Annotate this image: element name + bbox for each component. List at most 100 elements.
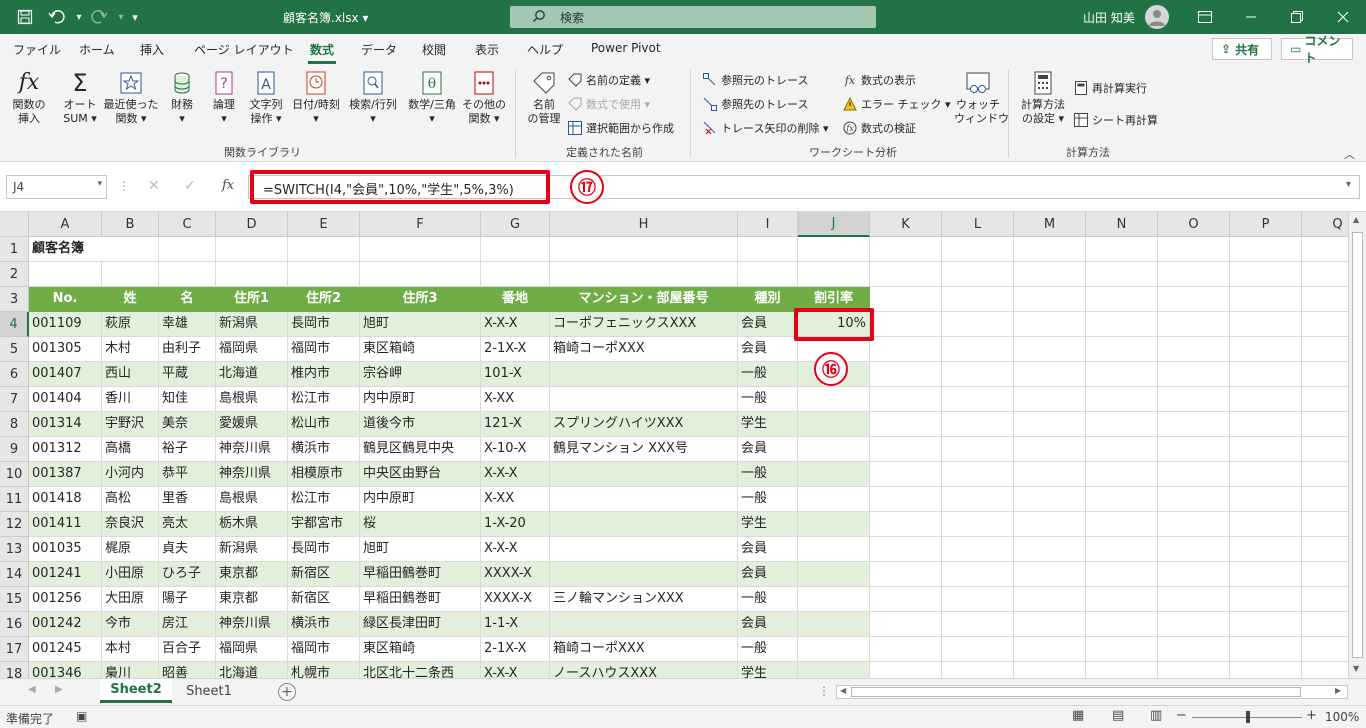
cell-l15[interactable] — [942, 587, 1014, 612]
cell-f8[interactable]: 道後今市 — [360, 412, 481, 437]
scroll-up-icon[interactable]: ▲ — [1353, 215, 1359, 224]
cell-h8[interactable]: スプリングハイツXXX — [550, 412, 738, 437]
cell-g3[interactable]: 番地 — [481, 287, 550, 312]
cell-q1[interactable] — [1302, 237, 1348, 262]
cell-k4[interactable] — [870, 312, 942, 337]
cell-n17[interactable] — [1086, 637, 1158, 662]
cell-p11[interactable] — [1230, 487, 1302, 512]
column-header-j[interactable]: J — [798, 212, 870, 237]
next-sheet-icon[interactable]: ▶ — [55, 684, 63, 695]
cell-n5[interactable] — [1086, 337, 1158, 362]
define-name-button[interactable]: 名前の定義 ▾ — [568, 72, 650, 88]
cell-q17[interactable] — [1302, 637, 1348, 662]
cell-a9[interactable]: 001312 — [29, 437, 102, 462]
cell-h17[interactable]: 箱崎コーポXXX — [550, 637, 738, 662]
cell-d16[interactable]: 神奈川県 — [216, 612, 288, 637]
row-header-12[interactable]: 12 — [0, 512, 29, 537]
cell-q11[interactable] — [1302, 487, 1348, 512]
restore-icon[interactable] — [1286, 6, 1308, 28]
cell-e7[interactable]: 松江市 — [288, 387, 360, 412]
cell-o3[interactable] — [1158, 287, 1230, 312]
cell-a5[interactable]: 001305 — [29, 337, 102, 362]
cell-d18[interactable]: 北海道 — [216, 662, 288, 678]
worksheet-grid[interactable]: A B C D E F G H I J K L M N O P Q 1 顧客名簿 2 3 No. 姓名住所1 住所2 住所3 番地… — [0, 212, 1348, 678]
tab-split-grip-icon[interactable]: ⋮ — [818, 684, 830, 698]
cell-e5[interactable]: 福岡市 — [288, 337, 360, 362]
cell-l18[interactable] — [942, 662, 1014, 678]
cell-c15[interactable]: 陽子 — [159, 587, 216, 612]
cell-e15[interactable]: 新宿区 — [288, 587, 360, 612]
cell-f18[interactable]: 北区北十二条西 — [360, 662, 481, 678]
calculate-now-button[interactable]: 再計算実行 — [1074, 80, 1147, 96]
column-header-m[interactable]: M — [1014, 212, 1086, 237]
sheet-tab-sheet2[interactable]: Sheet2 — [100, 679, 172, 703]
cell-e10[interactable]: 相模原市 — [288, 462, 360, 487]
cell-g10[interactable]: X-X-X — [481, 462, 550, 487]
insert-function-icon[interactable]: fx — [222, 178, 234, 193]
cell-o11[interactable] — [1158, 487, 1230, 512]
cell-m13[interactable] — [1014, 537, 1086, 562]
cell-m11[interactable] — [1014, 487, 1086, 512]
page-layout-view-icon[interactable]: ▤ — [1112, 708, 1124, 723]
customize-qat-icon[interactable]: ▾ — [124, 6, 146, 28]
tab-home[interactable]: ホーム — [79, 41, 115, 58]
cell-g9[interactable]: X-10-X — [481, 437, 550, 462]
cell-i2[interactable] — [738, 262, 798, 287]
cell-h15[interactable]: 三ノ輪マンションXXX — [550, 587, 738, 612]
cell-i13[interactable]: 会員 — [738, 537, 798, 562]
cell-b6[interactable]: 西山 — [102, 362, 159, 387]
cell-k5[interactable] — [870, 337, 942, 362]
cell-c9[interactable]: 裕子 — [159, 437, 216, 462]
cell-m16[interactable] — [1014, 612, 1086, 637]
row-header-3[interactable]: 3 — [0, 287, 29, 312]
user-name[interactable]: 山田 知美 — [1083, 9, 1135, 26]
cell-e12[interactable]: 宇都宮市 — [288, 512, 360, 537]
cell-h10[interactable] — [550, 462, 738, 487]
cell-m5[interactable] — [1014, 337, 1086, 362]
accessibility-icon[interactable]: ▣ — [76, 709, 87, 723]
cell-f3[interactable]: 住所3 — [360, 287, 481, 312]
cell-h1[interactable] — [550, 237, 738, 262]
cell-j17[interactable] — [798, 637, 870, 662]
cell-c13[interactable]: 貞夫 — [159, 537, 216, 562]
name-box-dropdown-icon[interactable]: ▾ — [97, 179, 102, 189]
cell-m7[interactable] — [1014, 387, 1086, 412]
cell-m6[interactable] — [1014, 362, 1086, 387]
cell-e4[interactable]: 長岡市 — [288, 312, 360, 337]
cell-g6[interactable]: 101-X — [481, 362, 550, 387]
cell-h18[interactable]: ノースハウスXXX — [550, 662, 738, 678]
cell-q2[interactable] — [1302, 262, 1348, 287]
cell-n2[interactable] — [1086, 262, 1158, 287]
cell-l2[interactable] — [942, 262, 1014, 287]
cell-l7[interactable] — [942, 387, 1014, 412]
cell-l8[interactable] — [942, 412, 1014, 437]
vertical-scrollbar[interactable]: ▲ ▼ — [1348, 212, 1366, 678]
cell-d9[interactable]: 神奈川県 — [216, 437, 288, 462]
cell-q8[interactable] — [1302, 412, 1348, 437]
cell-m17[interactable] — [1014, 637, 1086, 662]
row-header-15[interactable]: 15 — [0, 587, 29, 612]
tab-file[interactable]: ファイル — [13, 41, 61, 58]
cell-c2[interactable] — [159, 262, 216, 287]
cell-f15[interactable]: 早稲田鶴巻町 — [360, 587, 481, 612]
cell-p13[interactable] — [1230, 537, 1302, 562]
zoom-in-icon[interactable]: + — [1306, 708, 1317, 723]
more-functions-button[interactable]: その他の 関数 ▾ — [461, 70, 507, 126]
cell-i12[interactable]: 学生 — [738, 512, 798, 537]
name-manager-button[interactable]: 名前 の管理 — [523, 70, 565, 126]
tab-power-pivot[interactable]: Power Pivot — [591, 41, 661, 55]
tab-insert[interactable]: 挿入 — [140, 41, 164, 58]
cell-a13[interactable]: 001035 — [29, 537, 102, 562]
recently-used-button[interactable]: 最近使った 関数 ▾ — [103, 70, 159, 126]
trace-dependents-button[interactable]: 参照先のトレース — [703, 96, 808, 112]
cell-j1[interactable] — [798, 237, 870, 262]
column-header-k[interactable]: K — [870, 212, 942, 237]
cell-o17[interactable] — [1158, 637, 1230, 662]
cell-c4[interactable]: 幸雄 — [159, 312, 216, 337]
cell-l3[interactable] — [942, 287, 1014, 312]
cell-j8[interactable] — [798, 412, 870, 437]
cell-q5[interactable] — [1302, 337, 1348, 362]
tab-view[interactable]: 表示 — [475, 41, 499, 58]
cell-b5[interactable]: 木村 — [102, 337, 159, 362]
cell-d12[interactable]: 栃木県 — [216, 512, 288, 537]
